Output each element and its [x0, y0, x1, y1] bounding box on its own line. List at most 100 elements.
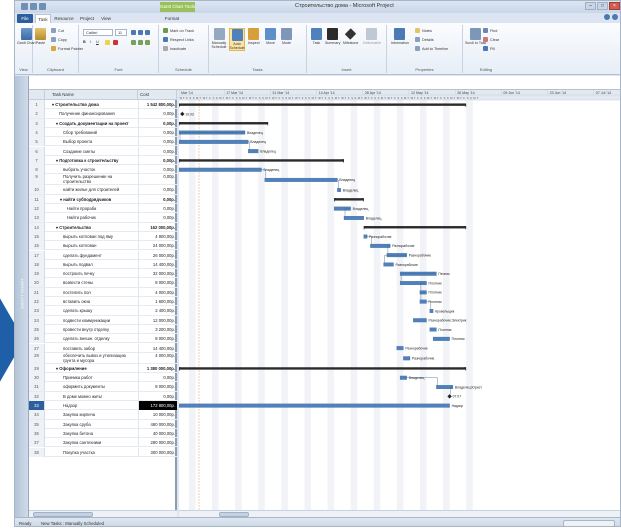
- tab-view[interactable]: View: [99, 14, 113, 23]
- cost-cell[interactable]: 8 000,00р.: [138, 382, 177, 392]
- row-number[interactable]: 16: [29, 241, 45, 251]
- table-row[interactable]: 16 вырыть котлован 24 000,00р.: [29, 241, 177, 251]
- cost-cell[interactable]: 12 000,00р.: [138, 315, 177, 325]
- task-name-cell[interactable]: Создание сметы: [52, 147, 138, 156]
- table-row[interactable]: 22 вставить окна 1 600,00р.: [29, 297, 177, 307]
- bold-button[interactable]: B: [83, 40, 86, 44]
- row-number[interactable]: 11: [29, 194, 45, 204]
- minimize-button[interactable]: –: [585, 2, 596, 10]
- row-number[interactable]: 20: [29, 278, 45, 288]
- cost-cell[interactable]: 3 200,00р.: [138, 324, 177, 334]
- task-name-cell[interactable]: Надзор: [52, 401, 138, 410]
- task-name-cell[interactable]: Найти прораба: [52, 204, 138, 213]
- task-button[interactable]: Task: [311, 28, 322, 45]
- row-number[interactable]: 24: [29, 315, 45, 325]
- row-number[interactable]: 25: [29, 324, 45, 334]
- cost-cell[interactable]: 24 000,00р.: [138, 241, 177, 251]
- table-row[interactable]: 17 сделать фундамент 26 000,00р.: [29, 250, 177, 260]
- cost-cell[interactable]: 300 000,00р.: [138, 447, 177, 457]
- table-row[interactable]: 24 подвести коммуникации 12 000,00р.: [29, 315, 177, 325]
- fill-button[interactable]: Fill: [483, 46, 495, 51]
- chart-horizontal-scrollbar[interactable]: [179, 510, 620, 517]
- task-name-cell[interactable]: Получить разрешение на строительство: [52, 174, 138, 185]
- table-row[interactable]: 8 выбрать участок 0,00р.: [29, 165, 177, 175]
- table-row[interactable]: 5 Выбор проекта 0,00р.: [29, 137, 177, 147]
- table-row[interactable]: 28 обеспечить вывоз и утилизацию грунта и…: [29, 352, 177, 364]
- task-name-cell[interactable]: Найти рабочих: [52, 213, 138, 222]
- row-number[interactable]: 37: [29, 438, 45, 448]
- row-number[interactable]: 32: [29, 391, 45, 401]
- row-number[interactable]: 36: [29, 428, 45, 438]
- row-number[interactable]: 23: [29, 306, 45, 316]
- task-name-cell[interactable]: Приемка работ: [52, 373, 138, 382]
- table-row[interactable]: 21 постелить пол 4 000,00р.: [29, 287, 177, 297]
- maximize-button[interactable]: □: [597, 2, 608, 10]
- row-number[interactable]: 27: [29, 343, 45, 353]
- table-row[interactable]: 6 Создание сметы 0,00р.: [29, 146, 177, 156]
- cost-cell[interactable]: 1 542 800,00р.: [138, 100, 177, 109]
- find-button[interactable]: Find: [483, 28, 497, 33]
- cost-cell[interactable]: 14 400,00р.: [138, 343, 177, 353]
- row-number[interactable]: 6: [29, 146, 45, 156]
- task-name-cell[interactable]: вставить окна: [52, 297, 138, 306]
- row-number[interactable]: 18: [29, 259, 45, 269]
- cost-cell[interactable]: 8 000,00р.: [138, 334, 177, 344]
- gantt-chart[interactable]: Mar '14 17 Mar '14 31 Mar '14 14 Apr '14 28 …: [179, 90, 621, 517]
- table-row[interactable]: 7 ▾ Подготовка к строительству 0,00р.: [29, 155, 177, 166]
- cost-cell[interactable]: 280 000,00р.: [138, 438, 177, 448]
- cost-cell[interactable]: 4 800,00р.: [138, 231, 177, 241]
- task-name-cell[interactable]: поставить забор: [52, 344, 138, 353]
- table-row[interactable]: 19 построить печку 32 000,00р.: [29, 269, 177, 279]
- row-number[interactable]: 30: [29, 373, 45, 383]
- cost-cell[interactable]: 10 000,00р.: [138, 410, 177, 420]
- row-number[interactable]: 13: [29, 213, 45, 223]
- row-number[interactable]: 7: [29, 155, 45, 165]
- tab-file[interactable]: File: [17, 14, 33, 23]
- task-name-cell[interactable]: вырыть котлован под яму: [52, 232, 138, 241]
- cost-cell[interactable]: 0,00р.: [138, 391, 177, 401]
- table-row[interactable]: 34 Закупка кирпича 10 000,00р.: [29, 410, 177, 420]
- fill-color-button[interactable]: [105, 40, 110, 45]
- cost-cell[interactable]: 0,00р.: [138, 109, 177, 119]
- cost-cell[interactable]: 0,00р.: [138, 155, 177, 165]
- task-name-cell[interactable]: обеспечить вывоз и утилизацию грунта и м…: [52, 353, 138, 364]
- auto-schedule-button[interactable]: Auto Schedule: [229, 28, 245, 51]
- table-row[interactable]: 29 ▾ Оформление 1 380 000,00р.: [29, 363, 177, 374]
- table-row[interactable]: 20 возвести стены 8 000,00р.: [29, 278, 177, 288]
- task-name-cell[interactable]: ▾ Создать документации на проект: [52, 119, 138, 128]
- row-number[interactable]: 35: [29, 419, 45, 429]
- row-number[interactable]: 3: [29, 118, 45, 128]
- task-name-cell[interactable]: В доме можно жить!: [52, 392, 138, 401]
- task-name-cell[interactable]: ▾ Подготовка к строительству: [52, 156, 138, 165]
- milestone-button[interactable]: Milestone: [343, 28, 358, 45]
- cost-cell[interactable]: 0,00р.: [138, 127, 177, 137]
- row-number[interactable]: 15: [29, 231, 45, 241]
- row-number[interactable]: 26: [29, 334, 45, 344]
- task-name-cell[interactable]: построить печку: [52, 269, 138, 278]
- table-row[interactable]: 31 оформить документы 8 000,00р.: [29, 382, 177, 392]
- cut-button[interactable]: Cut: [51, 28, 64, 33]
- task-name-cell[interactable]: сделать фундамент: [52, 251, 138, 260]
- cost-cell[interactable]: 172 800,00р.: [138, 401, 177, 410]
- cost-cell[interactable]: 0,00р.: [138, 146, 177, 156]
- row-number[interactable]: 5: [29, 137, 45, 147]
- table-row[interactable]: 27 поставить забор 14 400,00р.: [29, 343, 177, 353]
- table-row[interactable]: 2 Получение финансирования 0,00р.: [29, 109, 177, 119]
- row-number[interactable]: 29: [29, 363, 45, 373]
- task-name-cell[interactable]: вырыть подвал: [52, 260, 138, 269]
- table-horizontal-scrollbar[interactable]: [29, 510, 177, 517]
- task-name-cell[interactable]: Сбор требований: [52, 128, 138, 137]
- task-name-cell[interactable]: ▾ найти субподрядчиков: [52, 195, 138, 204]
- task-name-cell[interactable]: провести внутр отделку: [52, 325, 138, 334]
- cost-cell[interactable]: 8 000,00р.: [138, 278, 177, 288]
- row-number[interactable]: 17: [29, 250, 45, 260]
- task-name-cell[interactable]: подвести коммуникации: [52, 316, 138, 325]
- task-name-cell[interactable]: найти жилье для строителей: [52, 185, 138, 194]
- task-name-cell[interactable]: Закупка сруба: [52, 420, 138, 429]
- information-button[interactable]: Information: [391, 28, 409, 45]
- cost-cell[interactable]: 0,00р.: [138, 137, 177, 147]
- clear-button[interactable]: Clear: [483, 37, 499, 42]
- table-row[interactable]: 36 Закупка бетона 40 000,00р.: [29, 428, 177, 439]
- table-row[interactable]: 3 ▾ Создать документации на проект 0,00р.: [29, 118, 177, 128]
- cost-cell[interactable]: 40 000,00р.: [138, 428, 177, 438]
